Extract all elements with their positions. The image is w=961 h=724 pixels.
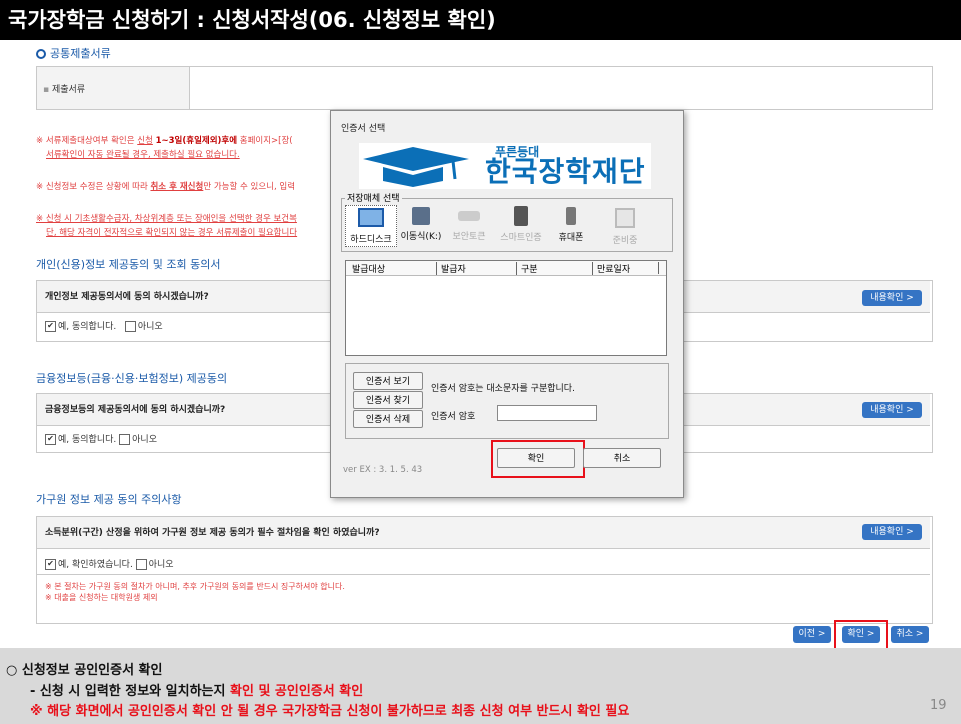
find-certificate-button[interactable]: 인증서 찾기: [353, 391, 423, 409]
banner-big-text: 한국장학재단: [485, 155, 646, 188]
footer-line-3: ※ 해당 화면에서 공인인증서 확인 안 될 경우 국가장학금 신청이 불가하므…: [30, 704, 630, 719]
household-yes-label: 예, 확인하였습니다.: [58, 560, 133, 570]
footer-panel: ○ 신청정보 공인인증서 확인 - 신청 시 입력한 정보와 일치하는지 확인 …: [0, 648, 961, 724]
household-options: ✔ 예, 확인하였습니다. 아니오: [37, 557, 930, 575]
delete-certificate-button[interactable]: 인증서 삭제: [353, 410, 423, 428]
dialog-version: ver EX : 3. 1. 5. 43: [343, 465, 423, 475]
submit-docs-row: ▪ 제출서류: [36, 66, 933, 110]
token-icon: [458, 211, 480, 221]
smartphone-icon: [514, 206, 528, 226]
household-consent-box: 소득분위(구간) 산정을 위하여 가구원 정보 제공 동의가 필수 절차임을 확…: [36, 516, 933, 624]
media-security-token[interactable]: 보안토큰: [447, 205, 491, 245]
col-expiry: 만료일자: [592, 262, 630, 275]
household-heading: 가구원 정보 제공 동의 주의사항: [36, 493, 182, 506]
privacy-options: ✔ 예, 동의합니다. 아니오: [37, 319, 163, 332]
password-label: 인증서 암호: [431, 412, 476, 422]
cancel-button[interactable]: 취소 >: [891, 626, 929, 643]
privacy-no-label: 아니오: [137, 322, 163, 332]
storage-media-label: 저장매체 선택: [345, 191, 402, 204]
cellphone-icon: [566, 207, 576, 225]
prev-button[interactable]: 이전 >: [793, 626, 831, 643]
media-harddisk[interactable]: 하드디스크: [345, 205, 397, 247]
section-header-label: 공통제출서류: [50, 47, 111, 60]
monitor-icon: [358, 208, 384, 227]
household-view-content-button[interactable]: 내용확인 >: [862, 524, 922, 540]
note-basic-living-1: ※ 신청 시 기초생활수급자, 차상위계층 또는 장애인을 선택한 경우 보건복: [36, 214, 297, 224]
finance-no-checkbox[interactable]: [119, 434, 131, 445]
disabled-media-icon: [615, 208, 635, 228]
note-edit-info: ※ 신청정보 수정은 상황에 따라 취소 후 재신청만 가능할 수 있으니, 입…: [36, 182, 296, 192]
view-certificate-button[interactable]: 인증서 보기: [353, 372, 423, 390]
kosaf-banner: 푸른등대 한국장학재단: [359, 143, 651, 189]
privacy-heading: 개인(신용)정보 제공동의 및 조회 동의서: [36, 258, 221, 271]
finance-heading: 금융정보등(금융·신용·보험정보) 제공동의: [36, 372, 228, 385]
graduation-cap-icon: [363, 147, 469, 187]
note-submit-docs-1: ※ 서류제출대상여부 확인은 신청 1~3일(휴일제외)후에 홈페이지>[장(: [36, 136, 293, 146]
household-no-checkbox[interactable]: [135, 559, 147, 570]
media-smart-auth[interactable]: 스마트인증: [495, 205, 547, 245]
household-yes-checkbox[interactable]: ✔: [45, 559, 56, 570]
household-question: 소득분위(구간) 산정을 위하여 가구원 정보 제공 동의가 필수 절차임을 확…: [37, 517, 930, 549]
password-input[interactable]: [497, 405, 597, 421]
household-notes: ※ 본 절차는 가구원 동의 절차가 아니며, 추후 가구원의 동의를 반드시 …: [45, 581, 345, 603]
privacy-yes-checkbox[interactable]: ✔: [45, 321, 56, 332]
col-end-divider: [658, 262, 660, 274]
usb-drive-icon: [412, 207, 430, 225]
finance-no-label: 아니오: [132, 435, 157, 445]
privacy-view-content-button[interactable]: 내용확인 >: [862, 290, 922, 306]
household-no-label: 아니오: [148, 560, 174, 570]
dialog-title: 인증서 선택: [341, 124, 386, 134]
col-type: 구분: [516, 262, 538, 275]
media-mobile-phone[interactable]: 휴대폰: [549, 205, 593, 245]
note-submit-docs-2: 서류확인이 자동 완료될 경우, 제출하실 필요 없습니다.: [46, 150, 240, 160]
privacy-yes-label: 예, 동의합니다.: [58, 322, 117, 332]
dialog-cancel-button[interactable]: 취소: [583, 448, 661, 468]
footer-line-2: - 신청 시 입력한 정보와 일치하는지 확인 및 공인인증서 확인: [30, 684, 364, 699]
finance-yes-checkbox[interactable]: ✔: [45, 434, 56, 445]
household-note-2: ※ 대출을 신청하는 대학원생 제외: [45, 593, 158, 602]
circle-bullet-icon: [36, 49, 46, 59]
note-basic-living-2: 단, 해당 자격이 전자적으로 확인되지 않는 경우 서류제출이 필요합니다: [46, 228, 298, 238]
finance-view-content-button[interactable]: 내용확인 >: [862, 402, 922, 418]
ok-highlight-box: [491, 440, 585, 478]
password-case-notice: 인증서 암호는 대소문자를 구분합니다.: [431, 384, 575, 394]
section-header-common-docs: 공통제출서류: [36, 45, 111, 61]
footer-line-1: ○ 신청정보 공인인증서 확인: [6, 663, 163, 678]
certificate-dialog: 인증서 선택 푸른등대 한국장학재단 저장매체 선택 하드디스크 이동식(K:)…: [330, 110, 684, 498]
media-preparing: 준비중: [603, 205, 647, 246]
finance-options: ✔ 예, 동의합니다. 아니오: [37, 432, 157, 445]
page-number: 19: [930, 698, 947, 713]
slide-title: 국가장학금 신청하기 : 신청서작성(06. 신청정보 확인): [0, 0, 961, 40]
media-removable[interactable]: 이동식(K:): [399, 205, 443, 245]
household-note-1: ※ 본 절차는 가구원 동의 절차가 아니며, 추후 가구원의 동의를 반드시 …: [45, 582, 345, 591]
submit-docs-label-cell: ▪ 제출서류: [37, 67, 190, 109]
submit-docs-label: ▪ 제출서류: [43, 85, 86, 95]
col-subject: 발급대상: [352, 265, 386, 275]
finance-yes-label: 예, 동의합니다.: [58, 435, 117, 445]
confirm-highlight-box: [834, 620, 888, 651]
privacy-no-checkbox[interactable]: [124, 321, 136, 332]
certificate-list[interactable]: 발급대상 발급자 구분 만료일자: [345, 260, 667, 356]
certificate-list-header: 발급대상 발급자 구분 만료일자: [346, 261, 666, 276]
col-issuer: 발급자: [436, 262, 466, 275]
